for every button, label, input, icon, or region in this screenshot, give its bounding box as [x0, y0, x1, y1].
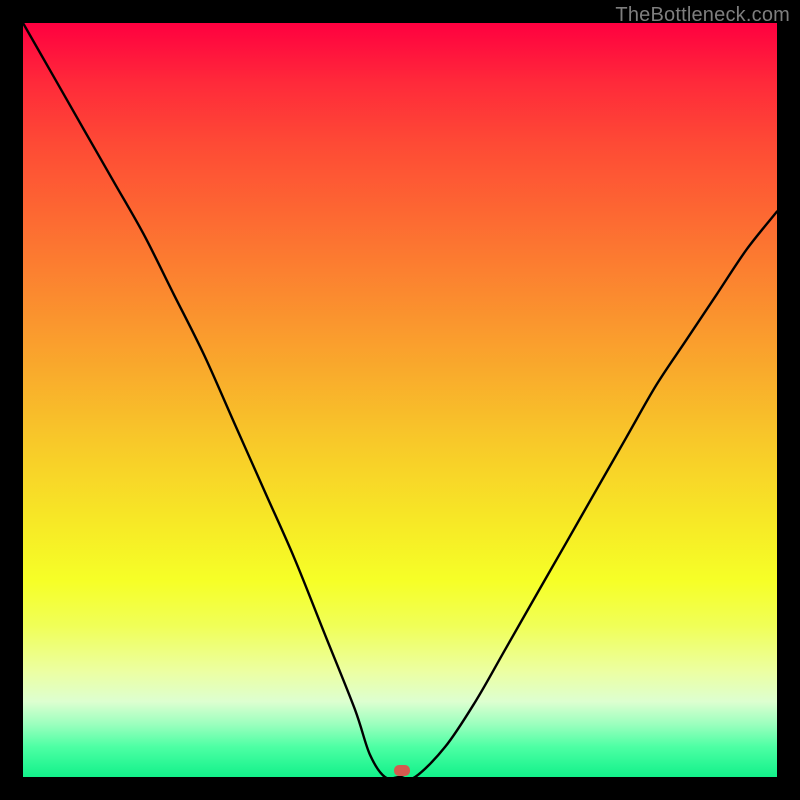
minimum-marker [394, 765, 410, 776]
bottleneck-curve [23, 23, 777, 777]
chart-frame: TheBottleneck.com [0, 0, 800, 800]
plot-area [23, 23, 777, 777]
curve-path [23, 23, 777, 777]
watermark-text: TheBottleneck.com [615, 4, 790, 27]
